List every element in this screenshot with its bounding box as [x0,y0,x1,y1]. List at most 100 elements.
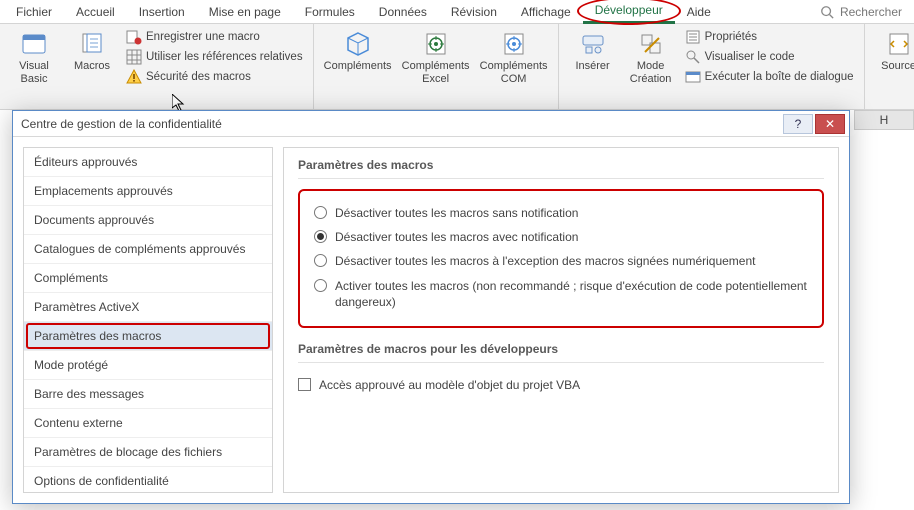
tab-layout[interactable]: Mise en page [197,1,293,23]
sidebar-item-addins[interactable]: Compléments [24,264,272,293]
checkbox-icon [298,378,311,391]
visual-basic-icon [20,30,48,58]
view-code-icon [685,49,701,65]
trust-center-main: Paramètres des macros Désactiver toutes … [283,147,839,493]
sidebar-item-publishers[interactable]: Éditeurs approuvés [24,148,272,177]
dialog-titlebar[interactable]: Centre de gestion de la confidentialité … [13,111,849,137]
addins-button[interactable]: Compléments [322,28,394,75]
trust-center-categories: Éditeurs approuvés Emplacements approuvé… [23,147,273,493]
com-addins-label: Compléments COM [480,60,548,85]
excel-addins-button[interactable]: Compléments Excel [400,28,472,87]
insert-control-icon [579,30,607,58]
sidebar-item-msgbar[interactable]: Barre des messages [24,380,272,409]
insert-control-button[interactable]: Insérer [567,28,619,75]
sidebar-item-locations[interactable]: Emplacements approuvés [24,177,272,206]
excel-addins-icon [422,30,450,58]
excel-addins-label: Compléments Excel [402,60,470,85]
properties-label: Propriétés [705,31,757,43]
tab-formulas[interactable]: Formules [293,1,367,23]
addins-label: Compléments [324,60,392,73]
sidebar-item-fileblock[interactable]: Paramètres de blocage des fichiers [24,438,272,467]
macro-security-label: Sécurité des macros [146,71,251,83]
option-disable-except-signed[interactable]: Désactiver toutes les macros à l'excepti… [314,249,808,273]
properties-icon [685,29,701,45]
record-macro-label: Enregistrer une macro [146,31,260,43]
radio-icon [314,279,327,292]
ribbon-body: Visual Basic Macros Enregistrer une macr… [0,24,914,110]
radio-icon [314,206,327,219]
macros-label: Macros [74,60,110,73]
sidebar-item-documents[interactable]: Documents approuvés [24,206,272,235]
record-macro-button[interactable]: Enregistrer une macro [124,28,305,46]
sidebar-item-activex[interactable]: Paramètres ActiveX [24,293,272,322]
design-mode-icon [637,30,665,58]
com-addins-icon [500,30,528,58]
visual-basic-label: Visual Basic [10,60,58,85]
option-label: Désactiver toutes les macros avec notifi… [335,229,578,245]
relative-refs-label: Utiliser les références relatives [146,51,303,63]
source-button[interactable]: Source [873,28,914,75]
macro-security-icon [126,69,142,85]
use-relative-refs-button[interactable]: Utiliser les références relatives [124,48,305,66]
visual-basic-button[interactable]: Visual Basic [8,28,60,87]
ribbon-group-addins: Compléments Compléments Excel Complément… [314,24,559,109]
radio-icon [314,230,327,243]
trust-vba-label: Accès approuvé au modèle d'objet du proj… [319,377,580,393]
tab-data[interactable]: Données [367,1,439,23]
com-addins-button[interactable]: Compléments COM [478,28,550,87]
source-label: Source [881,60,914,73]
dialog-title: Centre de gestion de la confidentialité [21,117,222,131]
macro-settings-options: Désactiver toutes les macros sans notifi… [298,189,824,328]
trust-vba-checkbox[interactable]: Accès approuvé au modèle d'objet du proj… [298,373,824,397]
close-button[interactable]: ✕ [815,114,845,134]
sidebar-item-protected[interactable]: Mode protégé [24,351,272,380]
sidebar-item-catalogs[interactable]: Catalogues de compléments approuvés [24,235,272,264]
addins-icon [344,30,372,58]
sidebar-item-privacy[interactable]: Options de confidentialité [24,467,272,493]
option-disable-no-notify[interactable]: Désactiver toutes les macros sans notifi… [314,201,808,225]
macro-security-button[interactable]: Sécurité des macros [124,68,305,86]
ribbon-group-controls: Insérer Mode Création Propriétés [559,24,865,109]
ribbon-group-xml: Source Kits [865,24,914,109]
sidebar-item-macros[interactable]: Paramètres des macros [24,322,272,351]
tab-review[interactable]: Révision [439,1,509,23]
tab-view[interactable]: Affichage [509,1,583,23]
help-button[interactable]: ? [783,114,813,134]
radio-icon [314,254,327,267]
option-enable-all[interactable]: Activer toutes les macros (non recommand… [314,274,808,314]
close-icon: ✕ [825,117,835,131]
search-label: Rechercher [840,5,902,19]
column-header-h[interactable]: H [854,110,914,130]
ribbon-group-code: Visual Basic Macros Enregistrer une macr… [0,24,314,109]
insert-control-label: Insérer [575,60,609,73]
option-label: Désactiver toutes les macros à l'excepti… [335,253,756,269]
search-icon [820,5,834,19]
section-dev-macro-title: Paramètres de macros pour les développeu… [298,342,824,356]
tab-home[interactable]: Accueil [64,1,127,23]
sheet-background: H [854,110,914,510]
option-disable-with-notify[interactable]: Désactiver toutes les macros avec notifi… [314,225,808,249]
run-dialog-label: Exécuter la boîte de dialogue [705,71,854,83]
properties-button[interactable]: Propriétés [683,28,856,46]
tab-developer[interactable]: Développeur [583,0,675,24]
ribbon-tabs: Fichier Accueil Insertion Mise en page F… [0,0,914,24]
run-dialog-icon [685,69,701,85]
macros-icon [78,30,106,58]
source-icon [885,30,913,58]
design-mode-button[interactable]: Mode Création [625,28,677,87]
tab-insert[interactable]: Insertion [127,1,197,23]
design-mode-label: Mode Création [627,60,675,85]
option-label: Activer toutes les macros (non recommand… [335,278,808,310]
section-macro-settings-title: Paramètres des macros [298,158,824,172]
tab-file[interactable]: Fichier [4,1,64,23]
view-code-button[interactable]: Visualiser le code [683,48,856,66]
record-macro-icon [126,29,142,45]
tell-me-search[interactable]: Rechercher [820,5,910,19]
macros-button[interactable]: Macros [66,28,118,75]
relative-refs-icon [126,49,142,65]
run-dialog-button[interactable]: Exécuter la boîte de dialogue [683,68,856,86]
option-label: Désactiver toutes les macros sans notifi… [335,205,578,221]
tab-help[interactable]: Aide [675,1,723,23]
trust-center-dialog: Centre de gestion de la confidentialité … [12,110,850,504]
sidebar-item-external[interactable]: Contenu externe [24,409,272,438]
